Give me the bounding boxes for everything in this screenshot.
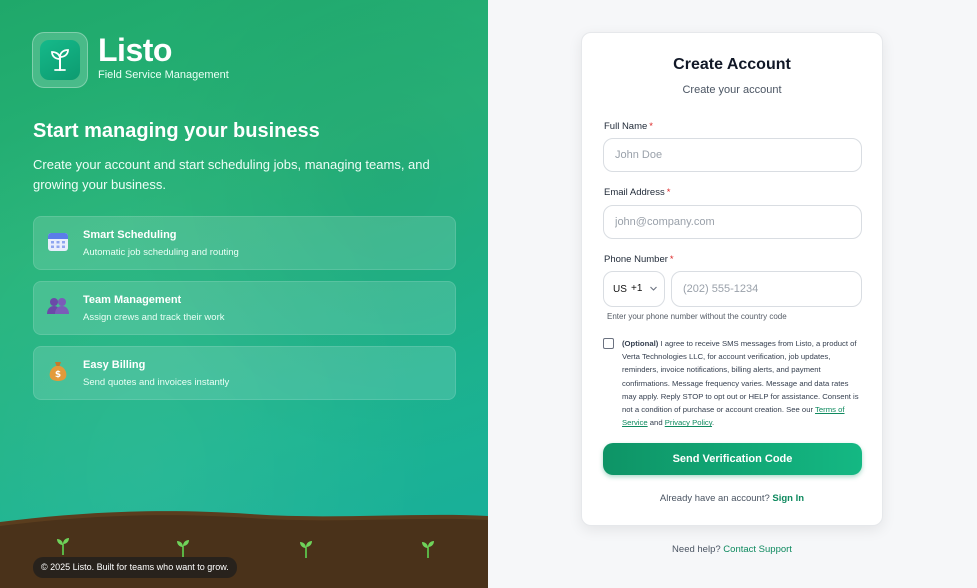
country-code: US: [613, 284, 627, 295]
brand-tagline: Field Service Management: [98, 69, 229, 81]
send-verification-button[interactable]: Send Verification Code: [603, 443, 862, 475]
sprout-icon: [177, 540, 189, 557]
sprout-icon: [422, 541, 434, 558]
phone-hint: Enter your phone number without the coun…: [607, 312, 787, 321]
svg-text:$: $: [55, 370, 61, 380]
feature-title: Easy Billing: [83, 359, 146, 371]
required-asterisk: *: [666, 187, 671, 198]
sprout-icon: [57, 538, 69, 555]
form-subtitle: Create your account: [682, 84, 782, 96]
signup-card: Create Account Create your account Full …: [581, 32, 883, 526]
feature-description: Assign crews and track their work: [83, 312, 225, 323]
hero-headline: Start managing your business: [33, 120, 320, 142]
feature-card-team: Team Management Assign crews and track t…: [33, 281, 456, 335]
feature-description: Send quotes and invoices instantly: [83, 377, 230, 388]
required-asterisk: *: [669, 254, 674, 265]
sprout-icon: [300, 541, 312, 558]
feature-description: Automatic job scheduling and routing: [83, 247, 239, 258]
help-footer: Need help? Contact Support: [672, 544, 792, 555]
money-bag-icon: $: [49, 362, 67, 381]
dial-code: +1: [631, 283, 643, 294]
sms-consent-checkbox[interactable]: [603, 338, 614, 349]
copyright-badge: © 2025 Listo. Built for teams who want t…: [33, 557, 237, 578]
feature-card-billing: $ Easy Billing Send quotes and invoices …: [33, 346, 456, 400]
email-label: Email Address *: [604, 187, 671, 198]
feature-card-scheduling: Smart Scheduling Automatic job schedulin…: [33, 216, 456, 270]
signin-link[interactable]: Sign In: [772, 493, 804, 504]
privacy-link[interactable]: Privacy Policy: [665, 418, 712, 427]
phone-label: Phone Number *: [604, 254, 674, 265]
chevron-down-icon: [650, 286, 657, 291]
signin-prompt: Already have an account? Sign In: [659, 493, 805, 504]
sprout-icon: [51, 49, 69, 71]
contact-support-link[interactable]: Contact Support: [723, 544, 792, 555]
team-icon: [47, 298, 69, 314]
hero-subheadline: Create your account and start scheduling…: [33, 157, 430, 192]
feature-title: Smart Scheduling: [83, 229, 177, 241]
phone-input[interactable]: [671, 271, 862, 307]
full-name-label: Full Name *: [604, 121, 653, 132]
form-title: Create Account: [673, 56, 791, 73]
brand: Listo Field Service Management: [32, 32, 229, 88]
full-name-input[interactable]: [603, 138, 862, 172]
feature-title: Team Management: [83, 294, 182, 306]
calendar-icon: [48, 233, 68, 251]
marketing-panel: Listo Field Service Management Start man…: [0, 0, 488, 588]
email-field[interactable]: [603, 205, 862, 239]
brand-name: Listo: [98, 32, 172, 68]
required-asterisk: *: [649, 121, 653, 132]
sms-consent-text: (Optional) I agree to receive SMS messag…: [622, 339, 859, 428]
country-code-select[interactable]: US +1: [603, 271, 665, 307]
logo: [32, 32, 88, 88]
